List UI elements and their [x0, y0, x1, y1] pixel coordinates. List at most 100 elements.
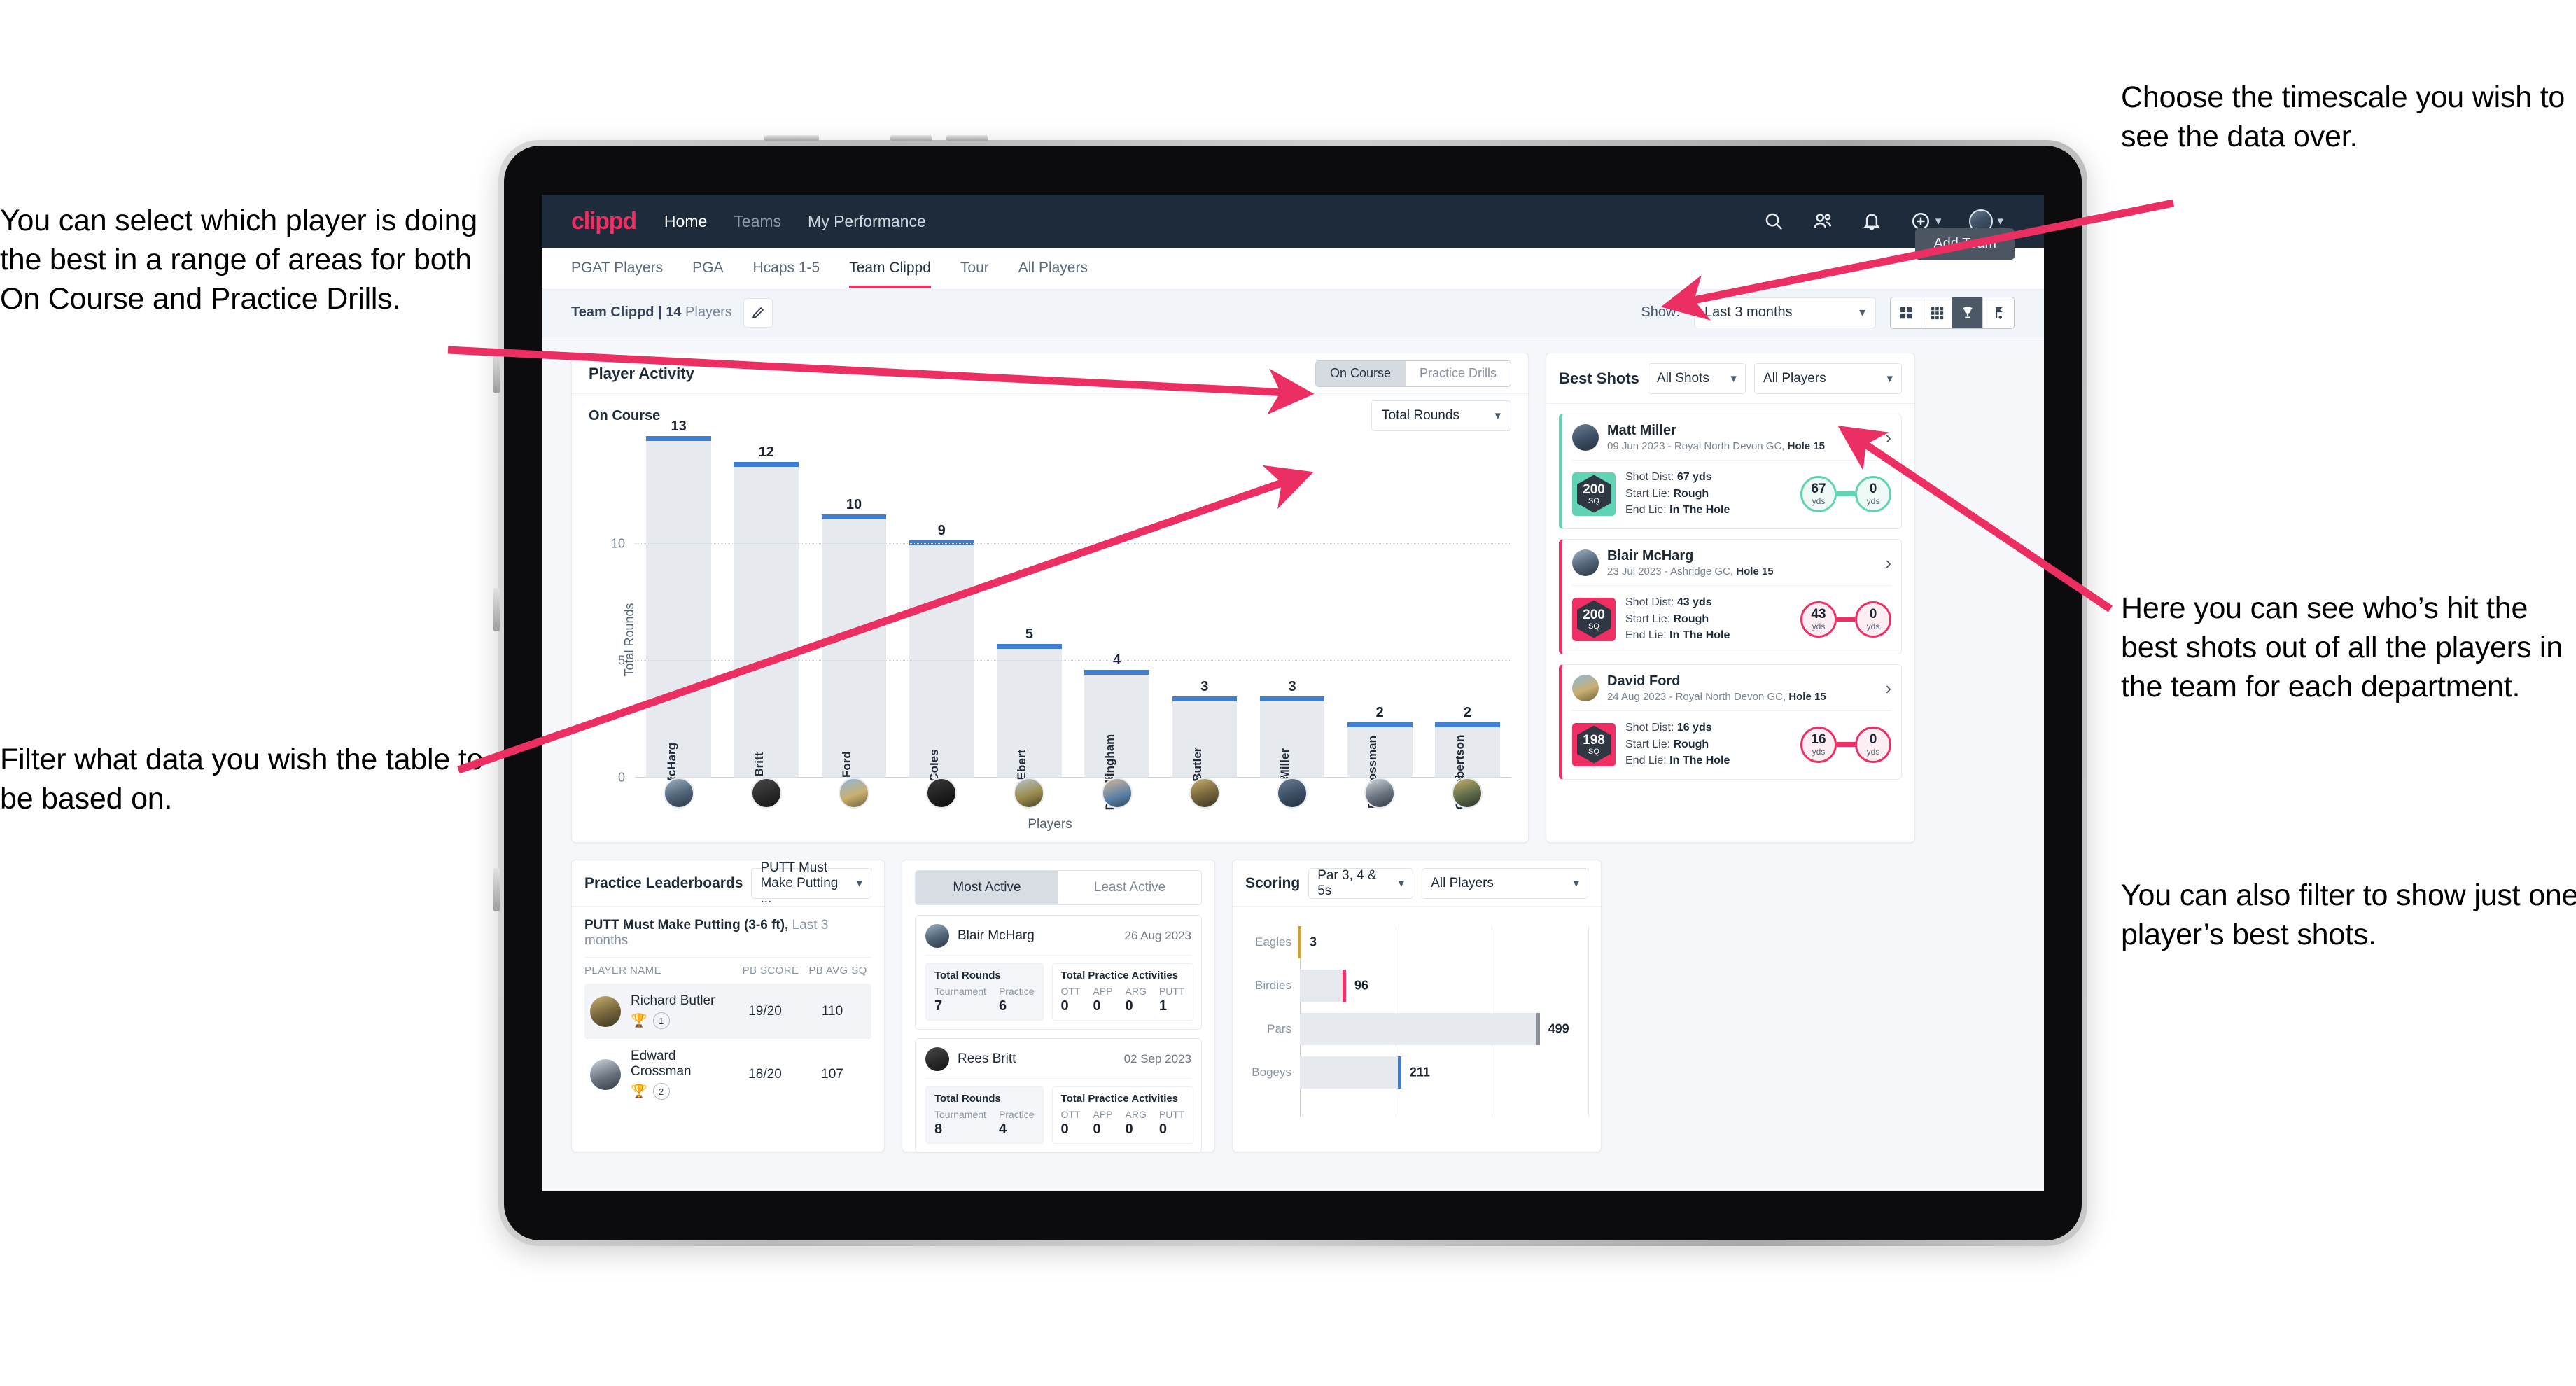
player-avatar[interactable] — [1277, 778, 1308, 808]
bell-icon[interactable] — [1861, 211, 1882, 232]
timescale-select[interactable]: Last 3 months ▾ — [1694, 297, 1876, 328]
tab-hcaps-1-5[interactable]: Hcaps 1-5 — [752, 248, 820, 288]
chevron-down-icon: ▾ — [856, 876, 862, 890]
best-shot-card[interactable]: Blair McHarg 23 Jul 2023 - Ashridge GC, H… — [1559, 539, 1902, 655]
plus-chevron-down-icon[interactable]: ▾ — [1935, 214, 1942, 228]
chevron-right-icon[interactable]: › — [1885, 428, 1891, 447]
metric-value: 8 — [934, 1121, 943, 1137]
timescale-value: Last 3 months — [1704, 304, 1793, 320]
distance-end: 0 yds — [1855, 601, 1891, 638]
avatar-chevron-down-icon[interactable]: ▾ — [1997, 214, 2003, 228]
tab-pga[interactable]: PGA — [692, 248, 723, 288]
shot-card-body: 198 SQ Shot Dist: 16 yds Start Lie: Rough En… — [1572, 711, 1891, 769]
best-shot-card[interactable]: David Ford 24 Aug 2023 - Royal North Devo… — [1559, 664, 1902, 780]
tab-all-players[interactable]: All Players — [1018, 248, 1088, 288]
bar-column[interactable]: 3 R. Butler — [1161, 450, 1248, 797]
nav-teams[interactable]: Teams — [734, 212, 781, 231]
bar-column[interactable]: 3 M. Miller — [1248, 450, 1336, 796]
team-separator: | — [654, 304, 666, 320]
nav-home[interactable]: Home — [664, 212, 707, 231]
tab-tour[interactable]: Tour — [960, 248, 989, 288]
scoring-bar — [1300, 969, 1346, 1002]
bar-cap — [997, 644, 1062, 650]
best-shots-player-filter[interactable]: All Players ▾ — [1754, 363, 1902, 394]
side-button-3 — [493, 868, 500, 911]
player-avatar[interactable] — [1452, 778, 1483, 808]
drill-select[interactable]: PUTT Must Make Putting ... ▾ — [751, 860, 872, 906]
bar-column[interactable]: 12 R. Britt — [722, 444, 810, 792]
shot-card-body: 200 SQ Shot Dist: 67 yds Start Lie: Rough En… — [1572, 461, 1891, 519]
scoring-player-filter[interactable]: All Players ▾ — [1422, 867, 1588, 899]
rank-badge: 🏆 2 — [631, 1083, 732, 1100]
flag-icon — [1996, 307, 2003, 319]
view-grid-small-button[interactable] — [1921, 297, 1952, 328]
shot-filter-value: All Shots — [1656, 370, 1709, 386]
bar-column[interactable]: 5 E. Ebert — [986, 450, 1073, 794]
nav-my-performance[interactable]: My Performance — [808, 212, 926, 231]
scoring-par-filter[interactable]: Par 3, 4 & 5s ▾ — [1308, 867, 1414, 899]
metric-select[interactable]: Total Rounds ▾ — [1371, 400, 1511, 431]
table-row[interactable]: Edward Crossman 🏆 2 18/20 107 — [584, 1039, 872, 1110]
bar-column[interactable]: 4 D. Billingham — [1073, 450, 1161, 810]
chevron-right-icon[interactable]: › — [1885, 554, 1891, 572]
activity-player-card[interactable]: Blair McHarg 26 Aug 2023 Total Rounds Tourn… — [915, 915, 1202, 1030]
best-shot-card[interactable]: Matt Miller 09 Jun 2023 - Royal North Dev… — [1559, 414, 1902, 530]
metric-label: OTT — [1060, 986, 1081, 997]
practice-metric: ARG 0 — [1126, 1109, 1147, 1138]
player-avatar — [925, 1047, 949, 1071]
clippd-logo[interactable]: clippd — [571, 208, 637, 235]
avatar-cell — [1424, 778, 1511, 808]
player-avatar[interactable] — [926, 778, 958, 808]
scoring-bar-row[interactable]: Bogeys 211 — [1245, 1051, 1588, 1094]
bar-column[interactable]: 2 C. Robertson — [1424, 450, 1511, 809]
scoring-bar-row[interactable]: Eagles 3 — [1245, 920, 1588, 964]
metric-value: 0 — [1093, 998, 1101, 1014]
table-row[interactable]: Richard Butler 🏆 1 19/20 110 — [584, 983, 872, 1039]
practice-leaderboards-header: Practice Leaderboards PUTT Must Make Put… — [572, 860, 884, 906]
view-trophy-button[interactable] — [1952, 297, 1983, 328]
player-avatar[interactable] — [1014, 778, 1045, 808]
search-icon[interactable] — [1763, 211, 1784, 232]
volume-up-button — [890, 135, 932, 141]
player-avatar — [1572, 550, 1599, 577]
segment-practice-drills[interactable]: Practice Drills — [1405, 360, 1511, 386]
tab-least-active[interactable]: Least Active — [1058, 871, 1201, 904]
bar-column[interactable]: 9 J. Coles — [898, 450, 986, 795]
shot-quality-badge: 200 SQ — [1572, 597, 1616, 641]
top-navigation: Home Teams My Performance — [664, 212, 926, 231]
scoring-bar-row[interactable]: Birdies 96 — [1245, 964, 1588, 1007]
total-rounds-title: Total Rounds — [934, 1093, 1001, 1105]
scoring-player-value: All Players — [1431, 875, 1494, 890]
scoring-chart: Eagles 3 Birdies 96 Pars 499 Bogeys 211 — [1233, 906, 1601, 1116]
best-shots-shot-filter[interactable]: All Shots ▾ — [1647, 363, 1746, 394]
segment-on-course[interactable]: On Course — [1315, 360, 1406, 386]
player-avatar[interactable] — [1364, 778, 1396, 808]
chevron-right-icon[interactable]: › — [1885, 679, 1891, 697]
player-avatar[interactable] — [839, 778, 869, 808]
chevron-down-icon: ▾ — [1730, 371, 1737, 385]
player-avatar[interactable] — [663, 778, 694, 808]
tab-pgat-players[interactable]: PGAT Players — [571, 248, 663, 288]
player-avatar[interactable] — [1101, 778, 1133, 808]
player-avatar[interactable] — [750, 778, 782, 808]
avatar-cell — [986, 778, 1073, 808]
bar-column[interactable]: 13 B. McHarg — [635, 419, 722, 802]
scoring-bar-cap — [1342, 969, 1346, 1002]
edit-team-button[interactable] — [743, 298, 773, 328]
view-grid-large-button[interactable] — [1891, 297, 1921, 328]
player-avatar[interactable] — [1189, 778, 1220, 808]
gridline: 10 — [611, 536, 1511, 550]
distance-start: 43 yds — [1800, 601, 1837, 638]
bar-column[interactable]: 2 E. Crossman — [1336, 450, 1424, 808]
people-icon[interactable] — [1812, 211, 1833, 232]
bar-column[interactable]: 10 D. Ford — [810, 450, 897, 793]
bar-value: 3 — [1200, 678, 1209, 694]
tab-most-active[interactable]: Most Active — [916, 871, 1058, 904]
bar-cap — [821, 514, 887, 519]
activity-player-card[interactable]: Rees Britt 02 Sep 2023 Total Rounds Tournam… — [915, 1038, 1202, 1153]
tab-team-clippd[interactable]: Team Clippd — [849, 248, 931, 288]
scoring-bar-row[interactable]: Pars 499 — [1245, 1007, 1588, 1051]
shot-dist-line: Shot Dist: 67 yds — [1625, 471, 1712, 483]
view-flag-button[interactable] — [1983, 297, 2014, 328]
end-distance-value: 0 — [1869, 482, 1877, 496]
